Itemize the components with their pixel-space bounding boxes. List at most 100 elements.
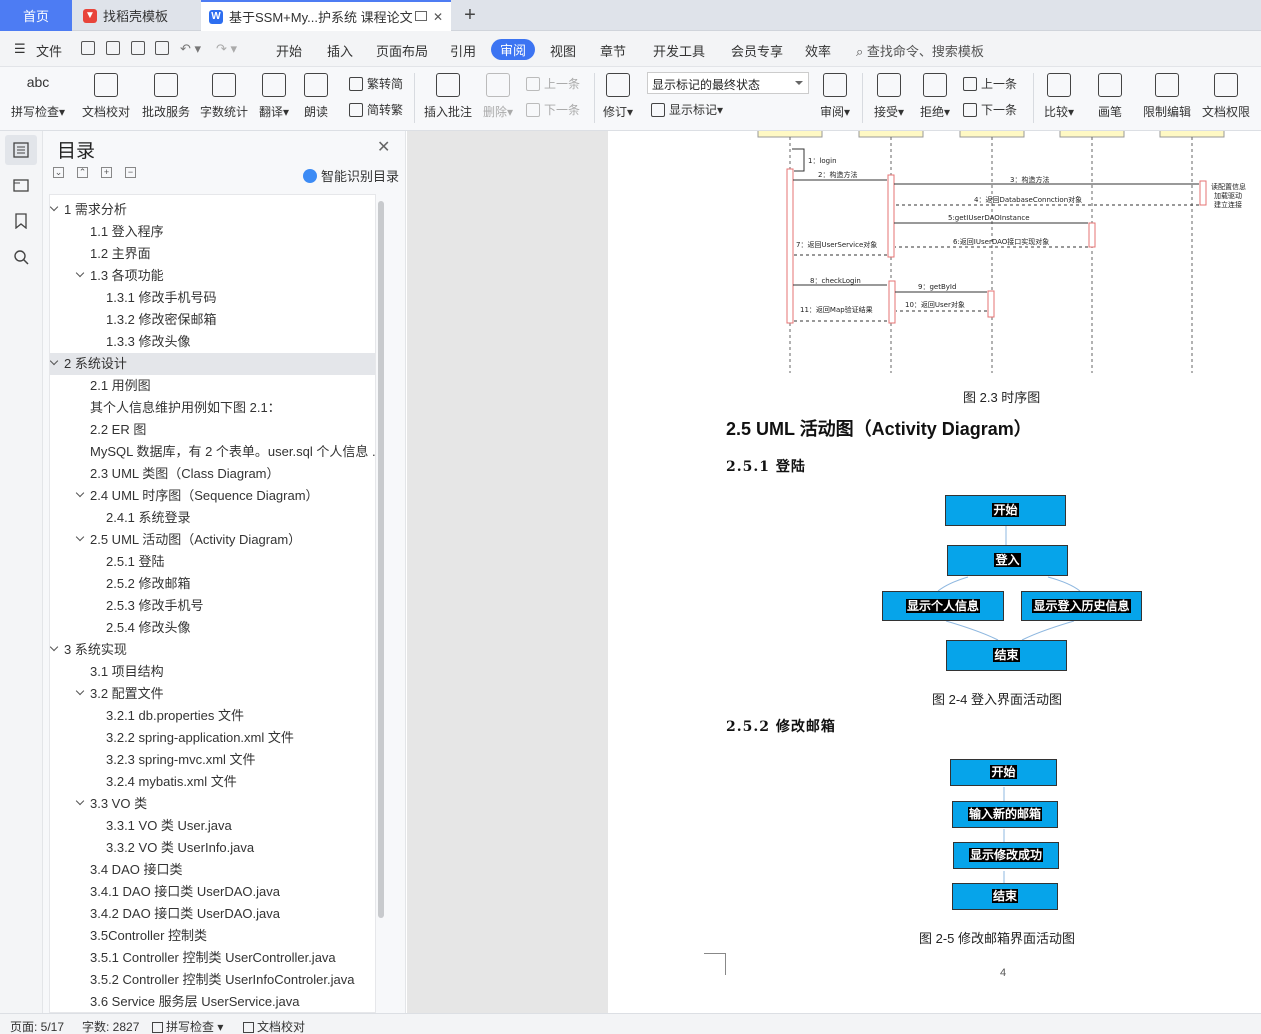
menu-devtools[interactable]: 开发工具 [653, 41, 705, 60]
next-comment-button[interactable]: 下一条 [526, 101, 580, 118]
toc-item[interactable]: 2.5.2 修改邮箱 [50, 573, 375, 595]
bookmark-button[interactable] [11, 211, 31, 231]
save-icon[interactable] [81, 41, 95, 55]
toc-item[interactable]: 3.5.2 Controller 控制类 UserInfoControler.j… [50, 969, 375, 991]
word-count-indicator[interactable]: 字数: 2827 [82, 1018, 139, 1034]
toc-item[interactable]: 1.3.3 修改头像 [50, 331, 375, 353]
menu-member[interactable]: 会员专享 [731, 41, 783, 60]
show-markup-button[interactable]: 显示标记▾ [651, 101, 723, 118]
toc-panel-button[interactable] [5, 135, 37, 165]
toc-item[interactable]: 2.5 UML 活动图（Activity Diagram） [50, 529, 375, 551]
toc-scrollbar[interactable] [378, 201, 384, 918]
chapter-nav-button[interactable] [11, 175, 31, 195]
toc-item[interactable]: 2.1 用例图 [50, 375, 375, 397]
read-aloud-button[interactable]: 朗读 [300, 71, 332, 120]
prev-change-button[interactable]: 上一条 [963, 75, 1017, 92]
accept-button[interactable]: 接受▾ [870, 71, 908, 120]
preview-icon[interactable] [155, 41, 169, 55]
toc-item[interactable]: 3.2.3 spring-mvc.xml 文件 [50, 749, 375, 771]
prev-comment-button[interactable]: 上一条 [526, 75, 580, 92]
tab-document[interactable]: W 基于SSM+My...护系统 课程论文 ✕ [201, 0, 451, 31]
toc-item[interactable]: 3.3.2 VO 类 UserInfo.java [50, 837, 375, 859]
chevron-down-icon[interactable] [76, 688, 86, 698]
find-button[interactable] [11, 247, 31, 267]
menu-review[interactable]: 审阅 [491, 39, 536, 60]
markup-state-select[interactable]: 显示标记的最终状态 [647, 72, 809, 94]
toc-item[interactable]: 3.6 Service 服务层 UserService.java [50, 991, 375, 1012]
smart-toc-button[interactable]: 智能识别目录 [303, 166, 399, 185]
menu-view[interactable]: 视图 [550, 41, 576, 60]
chevron-down-icon[interactable] [50, 204, 60, 214]
restrict-edit-button[interactable]: 限制编辑 [1140, 71, 1194, 120]
add-level-icon[interactable]: + [101, 167, 112, 178]
toc-item[interactable]: 3.4.1 DAO 接口类 UserDAO.java [50, 881, 375, 903]
toc-item[interactable]: 2.4.1 系统登录 [50, 507, 375, 529]
chevron-down-icon[interactable] [50, 644, 60, 654]
menu-reference[interactable]: 引用 [450, 41, 476, 60]
toc-item[interactable]: 1.3 各项功能 [50, 265, 375, 287]
revise-button[interactable]: 修订▾ [600, 71, 636, 120]
trad-to-simp-button[interactable]: 繁转简 [349, 75, 403, 92]
toc-item[interactable]: 3 系统实现 [50, 639, 375, 661]
toc-item[interactable]: 3.4.2 DAO 接口类 UserDAO.java [50, 903, 375, 925]
print-icon[interactable] [131, 41, 145, 55]
menu-chapter[interactable]: 章节 [600, 41, 626, 60]
menu-efficiency[interactable]: 效率 [805, 41, 831, 60]
simp-to-trad-button[interactable]: 简转繁 [349, 101, 403, 118]
toc-item[interactable]: 1 需求分析 [50, 199, 375, 221]
pen-button[interactable]: 画笔 [1094, 71, 1126, 120]
review-pane-button[interactable]: 审阅▾ [816, 71, 854, 120]
close-tab-icon[interactable]: ✕ [433, 10, 443, 24]
close-icon[interactable]: ✕ [377, 137, 390, 157]
toc-item[interactable]: 3.3.1 VO 类 User.java [50, 815, 375, 837]
export-icon[interactable] [106, 41, 120, 55]
batch-service-button[interactable]: 批改服务 [138, 71, 194, 120]
toc-item[interactable]: 3.2.1 db.properties 文件 [50, 705, 375, 727]
toc-item[interactable]: 3.2.2 spring-application.xml 文件 [50, 727, 375, 749]
toc-item[interactable]: 1.3.2 修改密保邮箱 [50, 309, 375, 331]
next-change-button[interactable]: 下一条 [963, 101, 1017, 118]
command-search[interactable]: ⌕ 查找命令、搜索模板 [856, 41, 984, 60]
reject-button[interactable]: 拒绝▾ [916, 71, 954, 120]
new-tab-button[interactable]: + [456, 0, 484, 31]
tab-template[interactable]: ▼ 找稻壳模板 [75, 0, 199, 31]
page-indicator[interactable]: 页面: 5/17 [10, 1018, 64, 1034]
spell-check-button[interactable]: abc 拼写检查▾ [10, 71, 66, 120]
toc-item[interactable]: 3.4 DAO 接口类 [50, 859, 375, 881]
proofread-button[interactable]: 文档校对 [78, 71, 134, 120]
redo-icon[interactable]: ↷ ▾ [216, 41, 237, 57]
toc-item[interactable]: 3.1 项目结构 [50, 661, 375, 683]
toc-item[interactable]: MySQL 数据库，有 2 个表单。user.sql 个人信息 ... [50, 441, 375, 463]
chevron-down-icon[interactable] [76, 490, 86, 500]
status-spell-check[interactable]: 拼写检查 ▾ [152, 1018, 223, 1034]
toc-item[interactable]: 3.5.1 Controller 控制类 UserController.java [50, 947, 375, 969]
toc-item[interactable]: 2 系统设计 [50, 353, 375, 375]
toc-item[interactable]: 3.2 配置文件 [50, 683, 375, 705]
chevron-down-icon[interactable] [50, 358, 60, 368]
toc-item[interactable]: 2.3 UML 类图（Class Diagram） [50, 463, 375, 485]
toc-item[interactable]: 2.5.3 修改手机号 [50, 595, 375, 617]
toc-item[interactable]: 2.5.1 登陆 [50, 551, 375, 573]
chevron-down-icon[interactable] [76, 534, 86, 544]
toc-item[interactable]: 1.2 主界面 [50, 243, 375, 265]
expand-up-icon[interactable]: ⌃ [77, 167, 88, 178]
undo-icon[interactable]: ↶ ▾ [180, 41, 201, 57]
toc-item[interactable]: 1.1 登入程序 [50, 221, 375, 243]
collapse-all-icon[interactable]: ⌄ [53, 167, 64, 178]
delete-comment-button[interactable]: 删除▾ [480, 71, 516, 120]
toc-item[interactable]: 3.5Controller 控制类 [50, 925, 375, 947]
menu-insert[interactable]: 插入 [327, 41, 353, 60]
hamburger-icon[interactable]: ☰ [14, 41, 26, 57]
toc-item[interactable]: 2.4 UML 时序图（Sequence Diagram） [50, 485, 375, 507]
menu-file[interactable]: 文件 [36, 41, 62, 60]
compare-button[interactable]: 比较▾ [1040, 71, 1078, 120]
insert-comment-button[interactable]: 插入批注 [422, 71, 474, 120]
chevron-down-icon[interactable] [76, 798, 86, 808]
toc-item[interactable]: 其个人信息维护用例如下图 2.1： [50, 397, 375, 419]
status-proofread[interactable]: 文档校对 [243, 1018, 305, 1034]
toc-item[interactable]: 2.2 ER 图 [50, 419, 375, 441]
chevron-down-icon[interactable] [76, 270, 86, 280]
menu-start[interactable]: 开始 [276, 41, 302, 60]
window-icon[interactable] [415, 11, 427, 21]
tab-home[interactable]: 首页 [0, 0, 72, 31]
